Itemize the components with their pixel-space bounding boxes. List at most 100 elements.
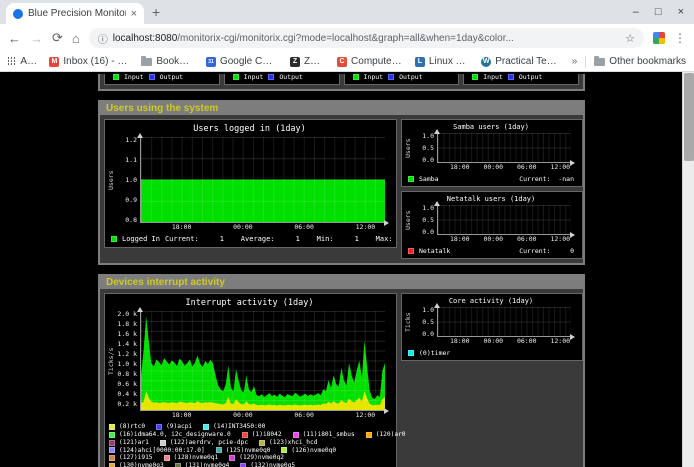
x-axis-ticks: 18:00 00:00 06:00 12:00 [140, 412, 385, 421]
legend-color-swatch [109, 455, 115, 461]
x-tick-label: 18:00 [172, 412, 192, 419]
reload-button[interactable]: ⟳ [52, 30, 63, 46]
zdnet-icon: Z [290, 57, 300, 67]
wordpress-icon: W [481, 57, 491, 67]
legend-label: Output [399, 74, 422, 81]
netatalk-users-graph[interactable]: Netatalk users (1day) Users 1.00.50.0 [401, 191, 583, 259]
x-axis-ticks: 18:0000:0006:0012:00 [437, 236, 571, 245]
legend-label: (8)rtc0 [119, 423, 145, 431]
interrupt-activity-graph[interactable]: Interrupt activity (1day) Ticks/s 2.0 k1… [104, 293, 397, 467]
graph-legend: SambaCurrent: -nan [404, 173, 578, 184]
browser-tab[interactable]: Blue Precision Monitorix × [6, 3, 144, 24]
x-tick-label: 00:00 [483, 236, 503, 243]
address-bar[interactable]: ⓘ localhost:8080/monitorix-cgi/monitorix… [89, 28, 644, 48]
other-bookmarks-button[interactable]: Other bookmarks [594, 56, 686, 67]
samba-users-graph[interactable]: Samba users (1day) Users 1.00.50.0 [401, 119, 583, 187]
legend-label: Logged In [122, 235, 160, 244]
legend-color-swatch [109, 432, 115, 438]
apps-shortcut[interactable]: Apps [8, 56, 36, 67]
legend-label: Netatalk [419, 247, 450, 255]
interrupts-section: Devices interrupt activity Interrupt act… [98, 274, 585, 467]
bookmark-star-icon[interactable]: ☆ [625, 32, 635, 45]
bookmark-item-zdnet[interactable]: Z ZDNet [290, 56, 324, 67]
x-tick-label: 00:00 [483, 164, 503, 171]
bookmark-item-inbox[interactable]: M Inbox (16) - sjvn0... [49, 56, 128, 67]
legend-row: (8)rtc0(9)acpi(14)INT3450:00 [109, 423, 390, 431]
scrollbar[interactable] [682, 72, 694, 467]
users-logged-in-graph[interactable]: Users logged in (1day) Users 1.21.11.00.… [104, 119, 397, 248]
y-tick-label: 1.0 [116, 177, 137, 184]
close-button[interactable]: × [678, 6, 684, 18]
bookmark-item-google-calendar[interactable]: 31 Google Calendar [206, 56, 277, 67]
maximize-button[interactable]: □ [655, 6, 662, 18]
x-tick-label: 12:00 [550, 236, 570, 243]
legend-row: (121)ar1(122)aerdrv, pcie-dpc(123)xhci_h… [109, 439, 390, 447]
page-info-icon[interactable]: ⓘ [98, 31, 108, 46]
y-axis-arrow-icon [137, 133, 143, 138]
y-axis-ticks: 1.00.50.0 [413, 307, 437, 337]
x-tick-label: 00:00 [233, 412, 253, 419]
users-section: Users using the system Users logged in (… [98, 100, 585, 265]
tab-title: Blue Precision Monitorix [28, 8, 126, 19]
legend-color-swatch [229, 455, 235, 461]
bookmark-item-bookmarks-folder[interactable]: Bookmarks [141, 56, 193, 67]
bookmarks-bar: Apps M Inbox (16) - sjvn0... Bookmarks 3… [0, 52, 694, 72]
x-tick-label: 18:00 [450, 236, 470, 243]
bookmarks-overflow-chevron[interactable]: » [572, 56, 578, 67]
x-tick-label: 06:00 [517, 164, 537, 171]
bookmark-item-computerworld[interactable]: C Computerworld [337, 56, 402, 67]
y-axis-ticks: 2.0 k1.8 k1.6 k1.4 k1.2 k1.0 k0.8 k0.6 k… [116, 311, 140, 411]
core-activity-graph[interactable]: Core activity (1day) Ticks 1.00.50.0 [401, 293, 583, 361]
computerworld-icon: C [337, 57, 347, 67]
legend-label: (124)ahci[0000:00:17.0] [119, 447, 205, 455]
tab-close-icon[interactable]: × [131, 8, 137, 20]
legend-label: (121)ar1 [119, 439, 149, 447]
bookmark-item-linux-today[interactable]: L Linux Today [415, 56, 468, 67]
network-graph-panel[interactable]: InputOutput [344, 74, 460, 85]
legend-label: (132)nvme0q5 [250, 462, 295, 467]
graph-legend: InputOutput [109, 74, 185, 82]
folder-icon [594, 58, 605, 66]
home-button[interactable]: ⌂ [72, 31, 80, 46]
legend-label: Input [124, 74, 144, 81]
legend-label: (11)i801_smbus [303, 431, 355, 439]
legend-label: (130)nvme0q3 [119, 462, 164, 467]
network-graph-panel[interactable]: InputOutput [104, 74, 220, 85]
plot-area [140, 137, 385, 223]
legend-row: InputOutput [113, 74, 183, 81]
legend-label: (125)nvme0q0 [226, 447, 271, 455]
network-graph-panel[interactable]: InputOutput [463, 74, 579, 85]
network-graph-panel[interactable]: InputOutput [224, 74, 340, 85]
graph-legend: (0)timer [404, 347, 578, 358]
graph-title: Interrupt activity (1day) [107, 296, 392, 311]
legend-label: Output [279, 74, 302, 81]
x-tick-label: 18:00 [450, 164, 470, 171]
new-tab-button[interactable]: + [152, 4, 160, 20]
y-axis-label: Ticks/s [107, 311, 116, 411]
legend-stats: Current: -nan [519, 175, 576, 183]
minimize-button[interactable]: – [633, 6, 639, 18]
section-title: Users using the system [100, 102, 583, 115]
y-axis-label: Users [404, 205, 413, 235]
back-button[interactable]: ← [8, 31, 21, 46]
legend-color-swatch [408, 176, 414, 182]
graph-legend: NetatalkCurrent: 0 [404, 245, 578, 256]
url-host: localhost:8080 [113, 33, 178, 44]
bookmark-item-practical-technology[interactable]: W Practical Technol... [481, 56, 559, 67]
browser-menu-icon[interactable]: ⋮ [674, 31, 686, 45]
x-axis-ticks: 18:0000:0006:0012:00 [437, 338, 571, 347]
legend-label: (129)nvme0q2 [239, 454, 284, 462]
y-tick-label: 1.8 k [116, 321, 137, 328]
legend-row: InputOutput [353, 74, 423, 81]
scrollbar-thumb[interactable] [684, 73, 694, 161]
legend-label: (14)INT3450:00 [213, 423, 265, 431]
legend-color-swatch [109, 440, 115, 446]
graph-legend: Logged InCurrent: 1 Average: 1 Min: 1 Ma… [107, 233, 392, 245]
legend-color-swatch [111, 236, 117, 242]
extension-icon[interactable] [653, 32, 665, 44]
forward-button[interactable]: → [30, 31, 43, 46]
calendar-icon: 31 [206, 57, 216, 67]
x-tick-label: 12:00 [356, 412, 376, 419]
x-tick-label: 06:00 [294, 412, 314, 419]
y-axis-arrow-icon [137, 307, 143, 312]
